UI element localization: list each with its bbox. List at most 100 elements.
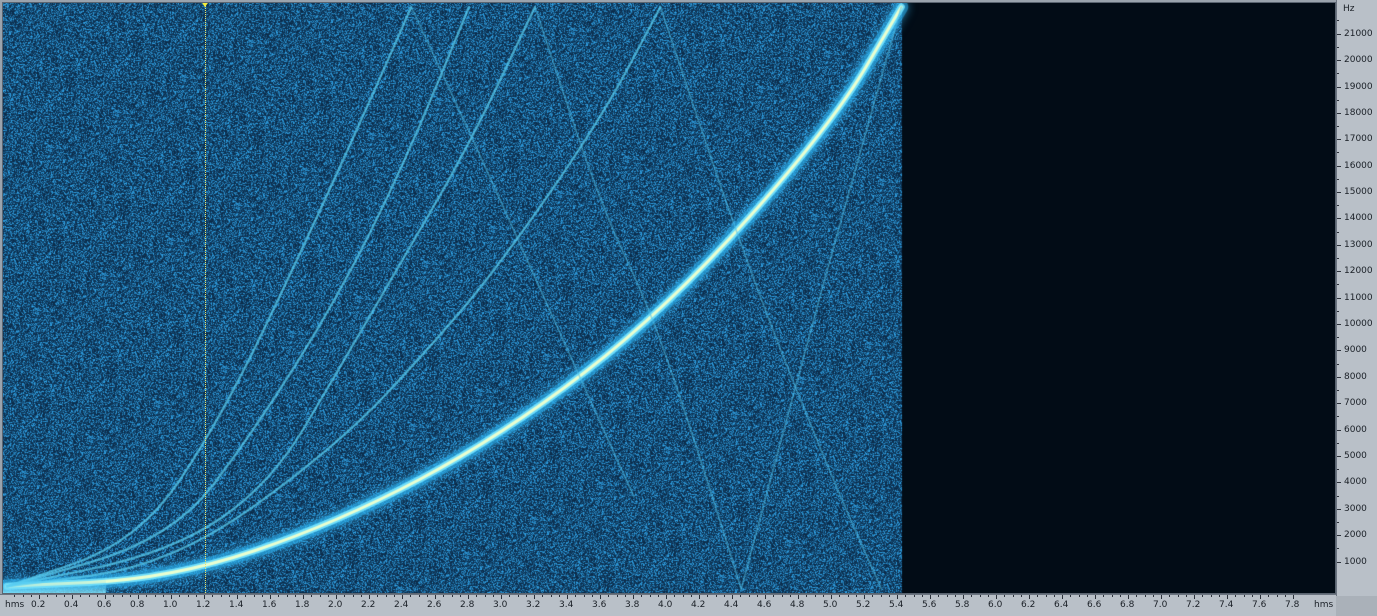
x-tick-label: 3.8	[625, 600, 640, 610]
x-minor-tick	[179, 595, 181, 597]
x-minor-tick	[360, 595, 362, 597]
x-tick-label: 3.4	[559, 600, 574, 610]
x-minor-tick	[311, 595, 313, 597]
x-minor-tick	[1070, 595, 1072, 597]
x-tick-mark	[831, 595, 832, 599]
x-minor-tick	[1284, 595, 1286, 597]
y-tick-mark	[1337, 192, 1341, 194]
x-minor-tick	[162, 595, 164, 597]
y-tick-label: 12000	[1344, 266, 1373, 277]
y-tick-label: 2000	[1344, 530, 1367, 541]
x-tick-label: 0.8	[130, 600, 145, 610]
x-minor-tick	[121, 595, 123, 597]
x-minor-tick	[352, 595, 354, 597]
y-tick-label: 15000	[1344, 187, 1373, 198]
y-tick-label: 9000	[1344, 345, 1367, 356]
x-tick-mark	[567, 595, 568, 599]
x-minor-tick	[674, 595, 676, 597]
x-tick-mark	[501, 595, 502, 599]
x-minor-tick	[938, 595, 940, 597]
x-minor-tick	[14, 595, 16, 597]
x-minor-tick	[550, 595, 552, 597]
x-minor-tick	[1169, 595, 1171, 597]
x-tick-label: 7.2	[1186, 600, 1201, 610]
y-tick-mark	[1337, 508, 1341, 510]
x-minor-tick	[839, 595, 841, 597]
spectrogram-panel[interactable]	[2, 2, 1336, 594]
x-minor-tick	[525, 595, 527, 597]
x-minor-tick	[872, 595, 874, 597]
y-minor-tick	[1337, 258, 1339, 260]
x-tick-mark	[600, 595, 601, 599]
x-tick-label: 5.0	[823, 600, 838, 610]
x-minor-tick	[509, 595, 511, 597]
x-tick-label: 6.4	[1054, 600, 1069, 610]
x-minor-tick	[30, 595, 32, 597]
x-tick-label: 0.4	[64, 600, 79, 610]
x-minor-tick	[1004, 595, 1006, 597]
x-tick-label: 3.6	[592, 600, 607, 610]
y-minor-tick	[1337, 521, 1339, 523]
y-tick-mark	[1337, 244, 1341, 246]
x-tick-label: 4.0	[658, 600, 673, 610]
y-tick-mark	[1337, 482, 1341, 484]
x-minor-tick	[327, 595, 329, 597]
x-minor-tick	[129, 595, 131, 597]
ruler-corner	[1336, 596, 1377, 616]
x-minor-tick	[1235, 595, 1237, 597]
x-tick-label: 5.6	[922, 600, 937, 610]
x-tick-label: 1.8	[295, 600, 310, 610]
x-minor-tick	[1276, 595, 1278, 597]
playhead-cursor-line[interactable]	[205, 3, 206, 593]
x-minor-tick	[88, 595, 90, 597]
x-tick-mark	[171, 595, 172, 599]
frequency-ruler[interactable]: Hz 21000 20000 19000 18000 17000 16000 15000 14…	[1336, 0, 1377, 596]
y-tick-label: 6000	[1344, 424, 1367, 435]
x-minor-tick	[542, 595, 544, 597]
x-minor-tick	[22, 595, 24, 597]
x-tick-mark	[1194, 595, 1195, 599]
time-ruler[interactable]: hms 0.2 0.4 0.6 0.8 1.0 1.2 1.4 1.6 1.8 2.0 2.2 2.4…	[0, 594, 1336, 616]
x-tick-label: 5.8	[955, 600, 970, 610]
x-minor-tick	[286, 595, 288, 597]
x-tick-label: 0.6	[97, 600, 112, 610]
x-minor-tick	[96, 595, 98, 597]
x-tick-label: 2.4	[394, 600, 409, 610]
y-minor-tick	[1337, 363, 1339, 365]
x-minor-tick	[748, 595, 750, 597]
y-tick-mark	[1337, 86, 1341, 88]
y-tick-mark	[1337, 403, 1341, 405]
x-minor-tick	[608, 595, 610, 597]
x-minor-tick	[558, 595, 560, 597]
y-minor-tick	[1337, 548, 1339, 550]
x-tick-label: 7.4	[1219, 600, 1234, 610]
x-minor-tick	[253, 595, 255, 597]
x-tick-mark	[930, 595, 931, 599]
x-tick-label: 2.0	[328, 600, 343, 610]
x-minor-tick	[319, 595, 321, 597]
x-tick-mark	[369, 595, 370, 599]
x-tick-mark	[336, 595, 337, 599]
x-minor-tick	[649, 595, 651, 597]
playhead-marker-icon[interactable]	[200, 3, 210, 7]
x-minor-tick	[806, 595, 808, 597]
x-minor-tick	[344, 595, 346, 597]
x-minor-tick	[410, 595, 412, 597]
x-minor-tick	[1136, 595, 1138, 597]
x-minor-tick	[294, 595, 296, 597]
y-minor-tick	[1337, 73, 1339, 75]
x-minor-tick	[979, 595, 981, 597]
x-tick-mark	[765, 595, 766, 599]
x-minor-tick	[228, 595, 230, 597]
spectrogram-canvas[interactable]	[3, 3, 1335, 593]
y-minor-tick	[1337, 442, 1339, 444]
y-tick-label: 8000	[1344, 371, 1367, 382]
y-minor-tick	[1337, 231, 1339, 233]
x-minor-tick	[1111, 595, 1113, 597]
x-minor-tick	[1243, 595, 1245, 597]
x-minor-tick	[1037, 595, 1039, 597]
x-tick-label: 7.0	[1153, 600, 1168, 610]
x-tick-label: 4.6	[757, 600, 772, 610]
y-tick-label: 4000	[1344, 477, 1367, 488]
y-tick-mark	[1337, 60, 1341, 62]
